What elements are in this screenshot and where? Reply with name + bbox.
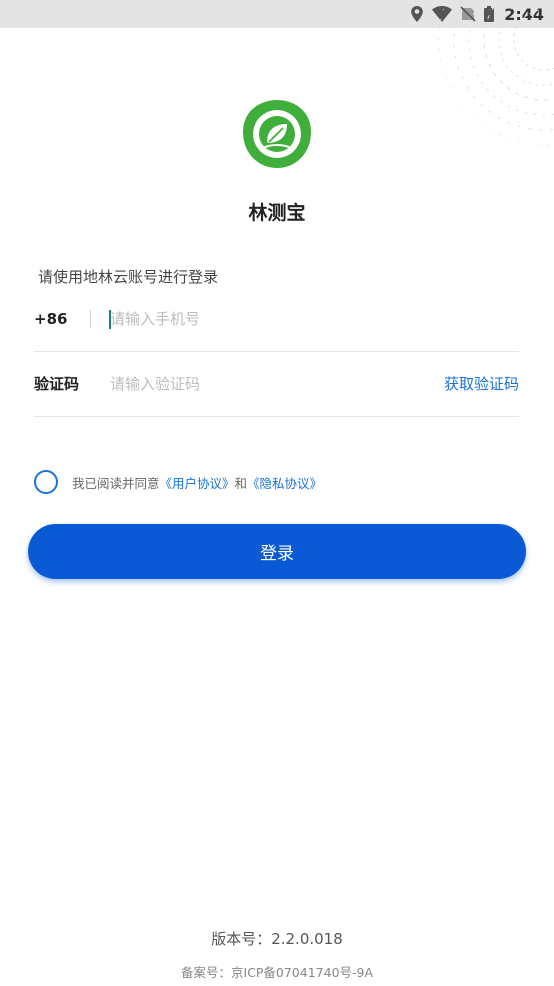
leaf-logo-icon: [243, 100, 311, 168]
privacy-agreement-link[interactable]: 《隐私协议》: [247, 473, 322, 492]
code-row: 验证码 获取验证码: [34, 351, 519, 417]
login-screen: 2:44 林测宝 请使用地林云账号进行登录 +86 验证码 获取验证码: [0, 0, 554, 986]
login-button[interactable]: 登录: [28, 524, 526, 579]
decorative-swirl: [438, 0, 554, 146]
phone-input[interactable]: [110, 286, 410, 352]
version-text: 版本号：2.2.0.018: [211, 930, 343, 948]
icp-text: 备案号：京ICP备07041740号-9A: [180, 965, 374, 980]
field-divider: [90, 310, 91, 328]
agree-checkbox[interactable]: [34, 470, 58, 494]
country-code[interactable]: +86: [34, 286, 67, 352]
get-code-button[interactable]: 获取验证码: [444, 351, 519, 417]
login-hint: 请使用地林云账号进行登录: [38, 268, 219, 286]
agree-text: 我已阅读并同意: [72, 475, 160, 491]
code-input[interactable]: [110, 351, 410, 417]
agreement-row: 我已阅读并同意 《用户协议》 和 《隐私协议》: [34, 469, 322, 495]
user-agreement-link[interactable]: 《用户协议》: [160, 473, 235, 492]
phone-row: +86: [34, 286, 519, 352]
agree-and-text: 和: [234, 475, 248, 491]
app-name: 林测宝: [248, 202, 306, 224]
code-label: 验证码: [34, 375, 80, 393]
